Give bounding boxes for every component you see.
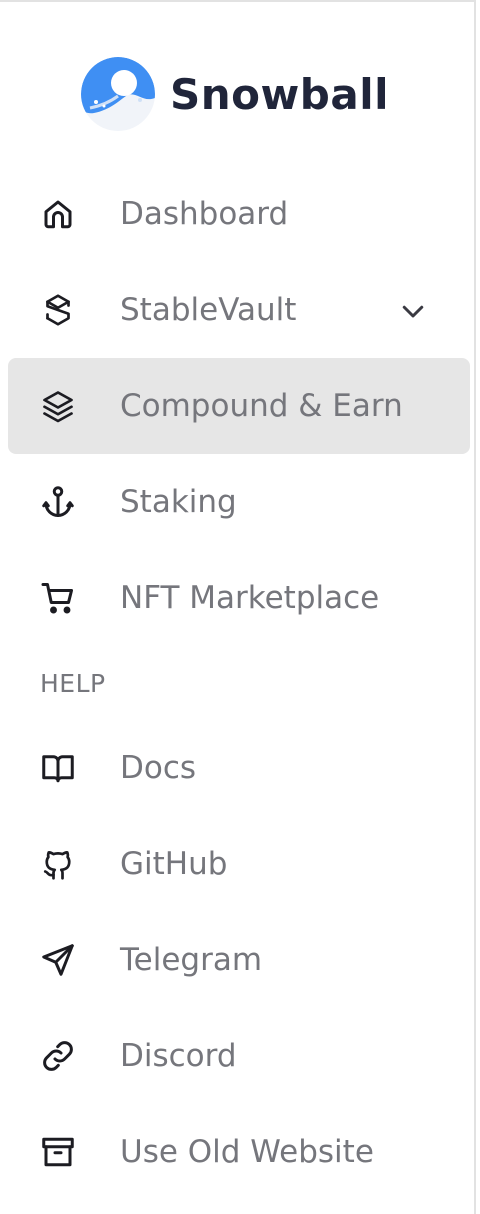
nav-item-nft-marketplace[interactable]: NFT Marketplace xyxy=(8,550,470,646)
archive-icon xyxy=(40,1134,76,1170)
link-icon xyxy=(40,1038,76,1074)
nav-item-telegram[interactable]: Telegram xyxy=(8,912,470,1008)
nav-label: Dashboard xyxy=(120,196,289,232)
nav-item-github[interactable]: GitHub xyxy=(8,816,470,912)
home-icon xyxy=(40,196,76,232)
chevron-down-icon[interactable] xyxy=(398,296,428,326)
nav-item-docs[interactable]: Docs xyxy=(8,720,470,816)
nav-label: GitHub xyxy=(120,846,228,882)
nav-item-dashboard[interactable]: Dashboard xyxy=(8,166,470,262)
layers-icon xyxy=(40,388,76,424)
brand-name: Snowball xyxy=(170,69,390,119)
nav-item-use-old-website[interactable]: Use Old Website xyxy=(8,1104,470,1200)
github-icon xyxy=(40,846,76,882)
brand-logo[interactable]: Snowball xyxy=(80,54,389,134)
nav-item-compound-earn[interactable]: Compound & Earn xyxy=(8,358,470,454)
send-icon xyxy=(40,942,76,978)
snowball-logo-icon xyxy=(81,57,155,131)
anchor-icon xyxy=(40,484,76,520)
sidebar: Snowball Dashboard StableVault Compound … xyxy=(0,0,476,1214)
nav-label: Use Old Website xyxy=(120,1134,374,1170)
nav-label: Compound & Earn xyxy=(120,388,403,424)
nav-item-stablevault[interactable]: StableVault xyxy=(8,262,470,358)
nav-label: StableVault xyxy=(120,292,297,328)
nav-label: Telegram xyxy=(120,942,263,978)
help-section-header: HELP xyxy=(40,669,106,698)
cart-icon xyxy=(40,580,76,616)
nav-label: Staking xyxy=(120,484,237,520)
nav-label: NFT Marketplace xyxy=(120,580,380,616)
book-icon xyxy=(40,750,76,786)
nav-label: Docs xyxy=(120,750,197,786)
nav-item-discord[interactable]: Discord xyxy=(8,1008,470,1104)
stablevault-icon xyxy=(40,292,76,328)
nav-item-staking[interactable]: Staking xyxy=(8,454,470,550)
nav-label: Discord xyxy=(120,1038,237,1074)
